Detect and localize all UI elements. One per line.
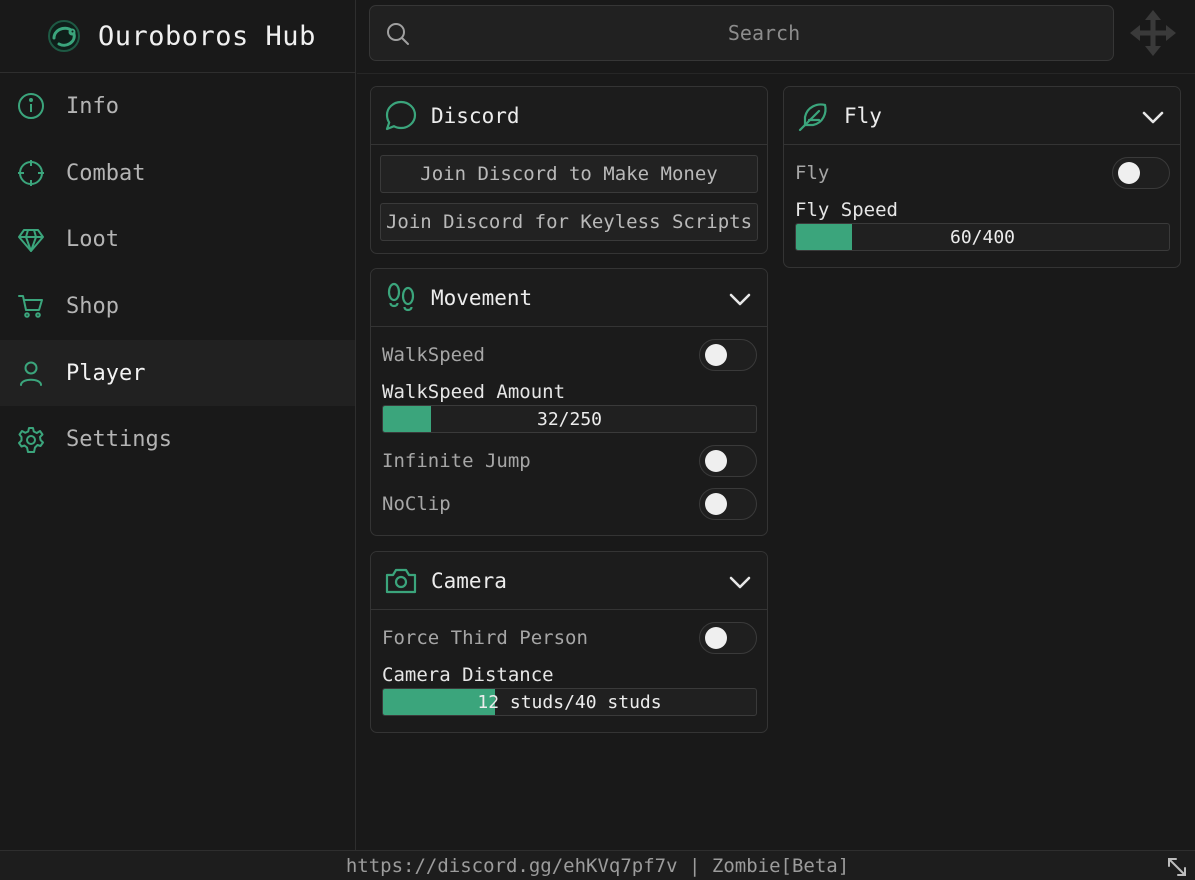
gear-icon	[17, 426, 45, 454]
fly-label: Fly	[795, 161, 830, 184]
sidebar-item-player[interactable]: Player	[0, 339, 355, 407]
sidebar-item-label: Info	[66, 93, 119, 119]
user-icon	[17, 359, 45, 387]
movement-panel: Movement WalkSpeed WalkSpeed Amount 32/2…	[370, 268, 768, 536]
move-window-handle[interactable]	[1130, 10, 1176, 56]
search-icon	[385, 21, 411, 47]
chevron-down-icon[interactable]	[727, 286, 753, 312]
infinite-jump-row: Infinite Jump	[371, 439, 767, 482]
walkspeed-toggle[interactable]	[699, 338, 757, 371]
camera-panel: Camera Force Third Person Camera Distanc…	[370, 551, 768, 733]
sidebar: Ouroboros Hub Info Combat Loot Shop Play…	[0, 0, 356, 850]
noclip-row: NoClip	[371, 482, 767, 525]
third-person-label: Force Third Person	[382, 626, 588, 649]
status-footer: https://discord.gg/ehKVq7pf7v | Zombie[B…	[0, 850, 1195, 880]
toggle-knob	[705, 626, 727, 649]
sidebar-item-label: Shop	[66, 293, 119, 319]
crosshair-icon	[17, 159, 45, 187]
toggle-knob	[1118, 161, 1140, 184]
toggle-knob	[705, 492, 727, 515]
camera-distance-label: Camera Distance	[382, 664, 554, 686]
walkspeed-amount-label: WalkSpeed Amount	[382, 381, 566, 403]
info-icon	[17, 92, 45, 120]
search-bar	[369, 5, 1114, 61]
cart-icon	[17, 292, 45, 320]
camera-panel-header[interactable]: Camera	[371, 552, 767, 610]
movement-panel-title: Movement	[431, 285, 533, 310]
feather-icon	[796, 98, 832, 134]
walkspeed-row: WalkSpeed	[371, 333, 767, 376]
movement-panel-header[interactable]: Movement	[371, 269, 767, 327]
noclip-toggle[interactable]	[699, 487, 757, 520]
discord-panel-title: Discord	[431, 103, 520, 128]
camera-distance-slider[interactable]: 12 studs/40 studs	[382, 688, 757, 716]
join-discord-keyless-button[interactable]: Join Discord for Keyless Scripts	[380, 203, 758, 241]
footprints-icon	[383, 280, 419, 316]
resize-icon[interactable]	[1167, 857, 1187, 877]
discord-panel: Discord Join Discord to Make Money Join …	[370, 86, 768, 254]
fly-speed-slider[interactable]: 60/400	[795, 223, 1170, 251]
toggle-knob	[705, 449, 727, 472]
third-person-row: Force Third Person	[371, 616, 767, 659]
walkspeed-amount-slider[interactable]: 32/250	[382, 405, 757, 433]
chevron-down-icon[interactable]	[1140, 104, 1166, 130]
fly-panel-title: Fly	[844, 103, 882, 128]
fly-row: Fly	[784, 151, 1180, 194]
move-arrows-icon	[1130, 10, 1176, 56]
infinite-jump-label: Infinite Jump	[382, 449, 531, 472]
slider-value: 12 studs/40 studs	[477, 691, 662, 713]
noclip-label: NoClip	[382, 492, 451, 515]
app-title: Ouroboros Hub	[98, 20, 316, 52]
chat-bubble-icon	[383, 98, 419, 134]
join-discord-money-button[interactable]: Join Discord to Make Money	[380, 155, 758, 193]
sidebar-item-settings[interactable]: Settings	[0, 406, 355, 473]
fly-speed-label: Fly Speed	[795, 199, 898, 221]
brand-header: Ouroboros Hub	[0, 0, 355, 73]
ouroboros-logo-icon	[48, 20, 80, 52]
discord-panel-header: Discord	[371, 87, 767, 145]
walkspeed-label: WalkSpeed	[382, 343, 485, 366]
sidebar-item-loot[interactable]: Loot	[0, 206, 355, 273]
sidebar-item-label: Loot	[66, 227, 119, 253]
camera-panel-title: Camera	[431, 568, 507, 593]
sidebar-item-label: Settings	[66, 427, 172, 453]
fly-panel: Fly Fly Fly Speed 60/400	[783, 86, 1181, 268]
third-person-toggle[interactable]	[699, 621, 757, 654]
fly-toggle[interactable]	[1112, 156, 1170, 189]
sidebar-item-shop[interactable]: Shop	[0, 273, 355, 340]
slider-value: 60/400	[949, 226, 1016, 248]
sidebar-item-info[interactable]: Info	[0, 73, 355, 140]
slider-value: 32/250	[536, 408, 603, 430]
header-divider	[357, 73, 1195, 74]
camera-icon	[383, 563, 419, 599]
sidebar-item-label: Combat	[66, 160, 146, 186]
chevron-down-icon[interactable]	[727, 569, 753, 595]
fly-panel-header[interactable]: Fly	[784, 87, 1180, 145]
sidebar-item-combat[interactable]: Combat	[0, 140, 355, 207]
infinite-jump-toggle[interactable]	[699, 444, 757, 477]
gem-icon	[17, 226, 45, 254]
sidebar-item-label: Player	[66, 360, 146, 386]
search-input[interactable]	[425, 6, 1103, 60]
footer-text: https://discord.gg/ehKVq7pf7v | Zombie[B…	[345, 854, 850, 877]
toggle-knob	[705, 343, 727, 366]
